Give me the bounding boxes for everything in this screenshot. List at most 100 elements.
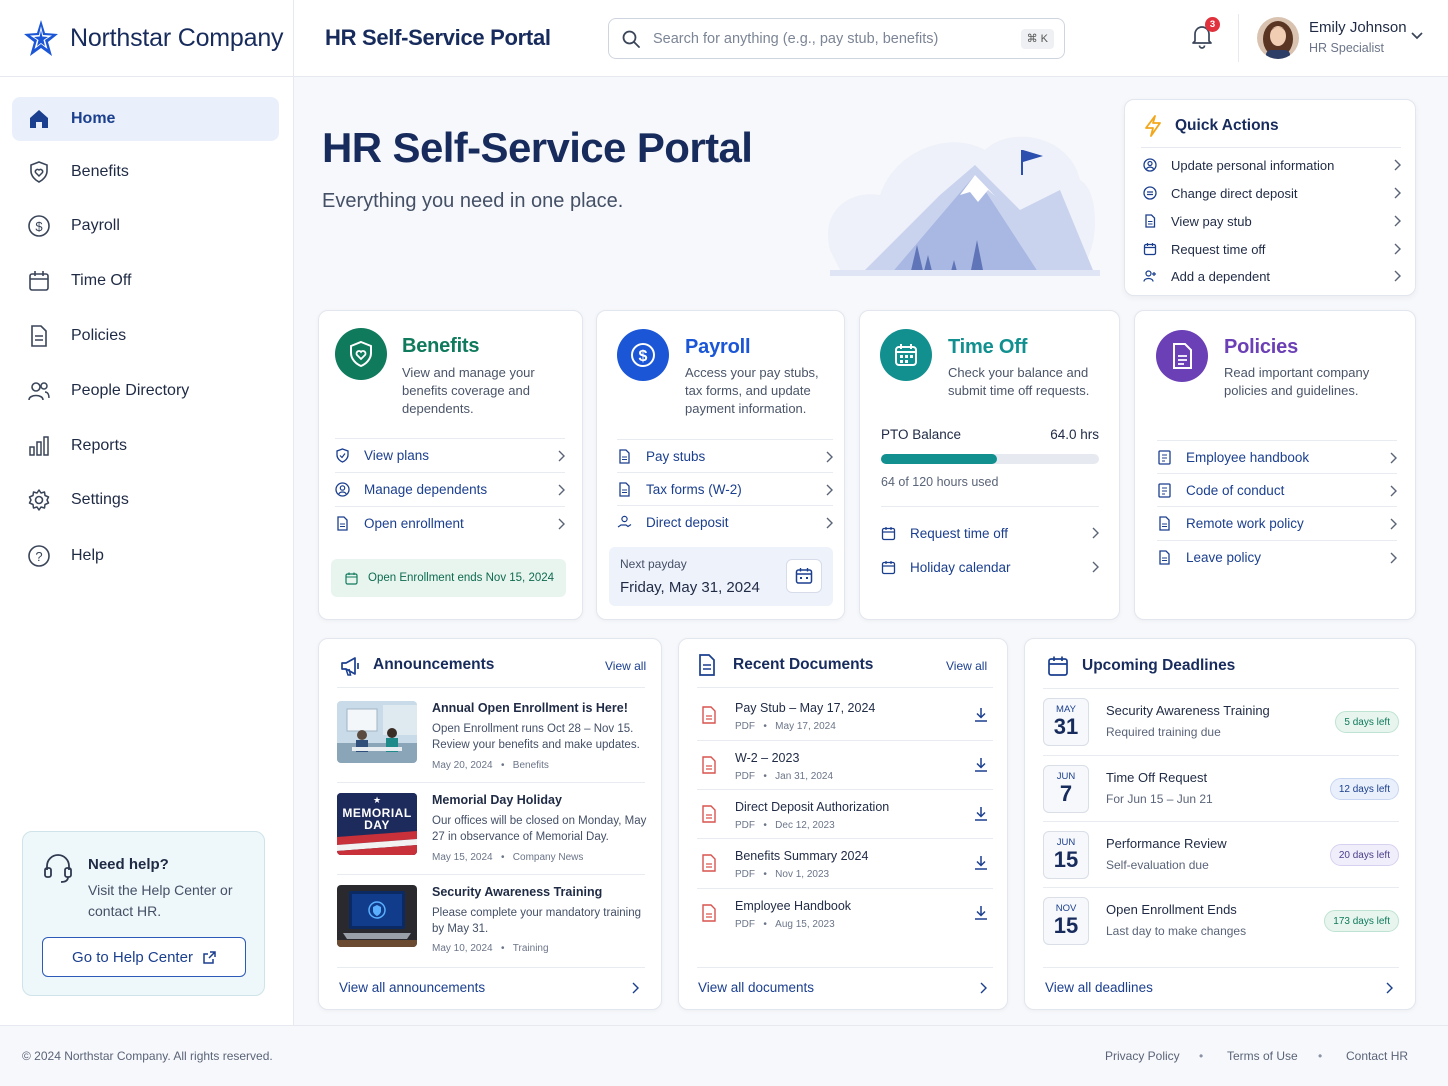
qa-label: Change direct deposit xyxy=(1171,185,1298,201)
svg-text:$: $ xyxy=(639,348,648,365)
payday-calendar-icon[interactable] xyxy=(786,559,822,593)
deadline-subtitle: Self-evaluation due xyxy=(1106,858,1209,872)
chevron-right-icon xyxy=(1393,187,1401,199)
document-item[interactable]: Employee Handbook PDF • Aug 15, 2023 xyxy=(697,888,993,936)
divider xyxy=(697,967,993,968)
calendar-icon xyxy=(881,560,896,575)
chevron-right-icon[interactable] xyxy=(979,982,987,994)
announcement-item[interactable]: Annual Open Enrollment is Here! Open Enr… xyxy=(337,701,645,781)
link-manage-dependents[interactable]: Manage dependents xyxy=(335,472,565,506)
link-leave-policy[interactable]: Leave policy xyxy=(1157,540,1397,574)
chevron-right-icon[interactable] xyxy=(1385,982,1393,994)
terms-of-use-link[interactable]: Terms of Use xyxy=(1227,1049,1298,1063)
link-request-time-off[interactable]: Request time off xyxy=(881,516,1099,550)
announcement-date: May 10, 2024 xyxy=(432,943,493,954)
qa-request-time-off[interactable]: Request time off xyxy=(1143,238,1401,260)
help-button-label: Go to Help Center xyxy=(72,948,193,966)
download-icon[interactable] xyxy=(973,707,989,723)
qa-view-pay-stub[interactable]: View pay stub xyxy=(1143,210,1401,232)
sidebar-item-time-off[interactable]: Time Off xyxy=(12,259,279,303)
document-item[interactable]: Direct Deposit Authorization PDF • Dec 1… xyxy=(697,789,993,837)
view-all-announcements-link[interactable]: View all announcements xyxy=(339,980,485,995)
pto-balance-value: 64.0 hrs xyxy=(1050,427,1099,442)
sidebar-item-settings[interactable]: Settings xyxy=(12,478,279,522)
documents-view-all-link[interactable]: View all xyxy=(946,659,987,673)
sidebar-item-help[interactable]: ? Help xyxy=(12,534,279,578)
link-pay-stubs[interactable]: Pay stubs xyxy=(617,439,833,473)
chevron-right-icon xyxy=(1091,527,1099,539)
deadline-item[interactable]: JUN 15 Performance Review Self-evaluation… xyxy=(1043,821,1399,887)
pdf-file-icon xyxy=(701,756,717,774)
qa-label: Request time off xyxy=(1171,241,1266,257)
mountain-illustration xyxy=(800,110,1100,280)
download-icon[interactable] xyxy=(973,757,989,773)
view-all-deadlines-link[interactable]: View all deadlines xyxy=(1045,980,1153,995)
link-direct-deposit[interactable]: Direct deposit xyxy=(617,505,833,539)
sidebar-item-payroll[interactable]: $ Payroll xyxy=(12,204,279,248)
link-tax-forms[interactable]: Tax forms (W-2) xyxy=(617,472,833,506)
laptop-security-thumbnail xyxy=(337,885,417,947)
chevron-right-icon[interactable] xyxy=(631,982,639,994)
go-to-help-center-button[interactable]: Go to Help Center xyxy=(42,937,246,977)
quick-actions-title: Quick Actions xyxy=(1175,117,1279,134)
card-description: Read important company policies and guid… xyxy=(1224,364,1369,400)
document-item[interactable]: Benefits Summary 2024 PDF • Nov 1, 2023 xyxy=(697,838,993,886)
sidebar-item-benefits[interactable]: Benefits xyxy=(12,150,279,194)
sidebar-item-policies[interactable]: Policies xyxy=(12,314,279,358)
link-code-of-conduct[interactable]: Code of conduct xyxy=(1157,473,1397,507)
upcoming-deadlines-panel: Upcoming Deadlines MAY 31 Security Awaren… xyxy=(1024,638,1416,1010)
qa-label: Add a dependent xyxy=(1171,268,1271,284)
contact-hr-link[interactable]: Contact HR xyxy=(1346,1049,1408,1063)
sidebar-item-home[interactable]: Home xyxy=(12,97,279,141)
link-label: Pay stubs xyxy=(646,449,706,464)
announcement-title: Security Awareness Training xyxy=(432,885,603,899)
divider xyxy=(1141,147,1401,148)
link-remote-work-policy[interactable]: Remote work policy xyxy=(1157,506,1397,540)
qa-change-direct-deposit[interactable]: Change direct deposit xyxy=(1143,182,1401,204)
announcement-tag: Training xyxy=(512,943,549,954)
shield-icon xyxy=(335,448,350,463)
calendar-icon xyxy=(1047,655,1069,677)
deadline-title: Security Awareness Training xyxy=(1106,703,1270,718)
announcements-view-all-link[interactable]: View all xyxy=(605,659,646,673)
bar-chart-icon xyxy=(27,434,51,458)
announcement-desc: Open Enrollment runs Oct 28 – Nov 15. Re… xyxy=(432,723,640,751)
search-shortcut-badge: ⌘ K xyxy=(1020,29,1054,49)
meeting-photo-thumbnail xyxy=(337,701,417,763)
search-input[interactable] xyxy=(653,30,993,47)
sidebar-item-people-directory[interactable]: People Directory xyxy=(12,369,279,413)
privacy-policy-link[interactable]: Privacy Policy xyxy=(1105,1049,1180,1063)
search-bar[interactable]: ⌘ K xyxy=(608,18,1065,59)
download-icon[interactable] xyxy=(973,905,989,921)
open-enrollment-notice: Open Enrollment ends Nov 15, 2024 xyxy=(331,559,566,597)
deadline-title: Performance Review xyxy=(1106,836,1227,851)
document-item[interactable]: Pay Stub – May 17, 2024 PDF • May 17, 20… xyxy=(697,691,993,739)
divider xyxy=(337,874,645,875)
view-all-documents-link[interactable]: View all documents xyxy=(698,980,814,995)
deadline-item[interactable]: NOV 15 Open Enrollment Ends Last day to m… xyxy=(1043,887,1399,953)
notification-count-badge: 3 xyxy=(1205,17,1220,32)
link-open-enrollment[interactable]: Open enrollment xyxy=(335,506,565,540)
download-icon[interactable] xyxy=(973,855,989,871)
user-avatar[interactable] xyxy=(1257,17,1299,59)
deadline-day: 15 xyxy=(1053,913,1079,938)
announcement-title: Annual Open Enrollment is Here! xyxy=(432,701,628,715)
link-holiday-calendar[interactable]: Holiday calendar xyxy=(881,550,1099,584)
link-employee-handbook[interactable]: Employee handbook xyxy=(1157,440,1397,474)
announcement-item[interactable]: Security Awareness Training Please compl… xyxy=(337,885,645,965)
deadline-item[interactable]: MAY 31 Security Awareness Training Requir… xyxy=(1043,689,1399,755)
chevron-down-icon[interactable] xyxy=(1410,28,1424,42)
user-circle-icon xyxy=(335,482,350,497)
announcement-item[interactable]: ★ MEMORIAL DAY Memorial Day Holiday Our … xyxy=(337,793,646,873)
link-label: Direct deposit xyxy=(646,515,729,530)
sidebar-item-reports[interactable]: Reports xyxy=(12,424,279,468)
deadline-item[interactable]: JUN 7 Time Off Request For Jun 15 – Jun 2… xyxy=(1043,755,1399,821)
divider xyxy=(1043,967,1399,968)
qa-add-dependent[interactable]: Add a dependent xyxy=(1143,265,1401,287)
document-item[interactable]: W-2 – 2023 PDF • Jan 31, 2024 xyxy=(697,740,993,788)
download-icon[interactable] xyxy=(973,806,989,822)
brand[interactable]: Northstar Company xyxy=(22,18,284,58)
home-icon xyxy=(27,107,51,131)
qa-update-personal-info[interactable]: Update personal information xyxy=(1143,154,1401,176)
link-view-plans[interactable]: View plans xyxy=(335,438,565,472)
